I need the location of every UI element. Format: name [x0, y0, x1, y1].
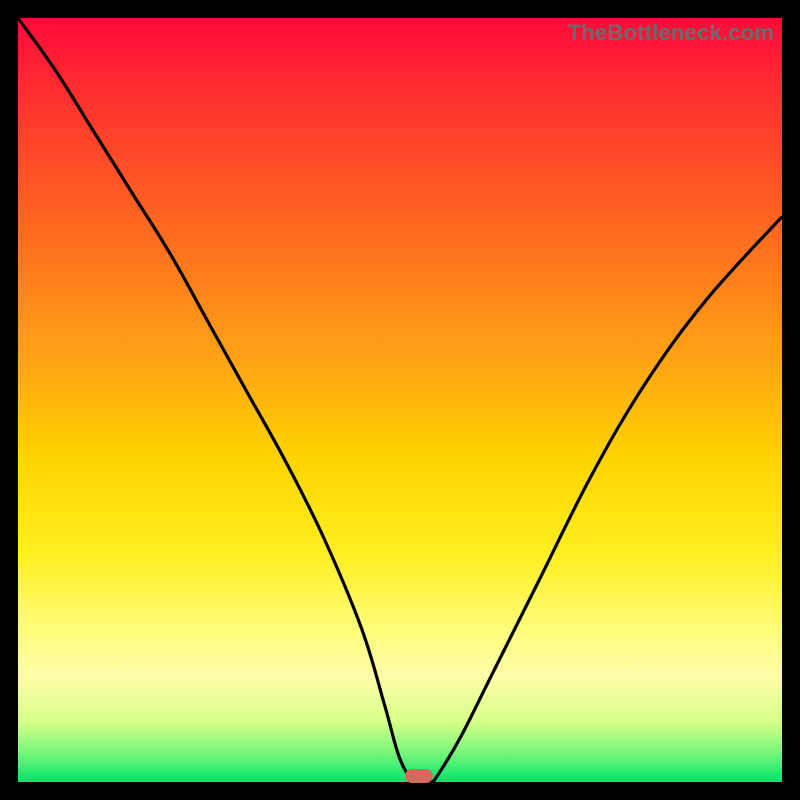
- chart-plot-area: TheBottleneck.com: [18, 18, 782, 782]
- chart-marker: [405, 769, 433, 783]
- chart-stage: TheBottleneck.com: [0, 0, 800, 800]
- chart-line: [18, 18, 782, 782]
- chart-line-path: [18, 18, 782, 784]
